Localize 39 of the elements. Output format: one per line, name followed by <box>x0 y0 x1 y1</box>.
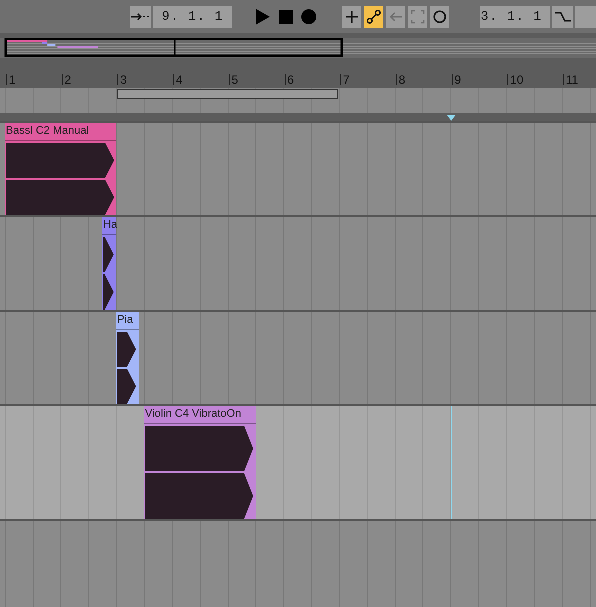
bar-number: 5 <box>228 74 238 85</box>
bar-number: 10 <box>507 74 524 85</box>
bar-number: 4 <box>173 74 183 85</box>
bar-number: 7 <box>340 74 350 85</box>
track-lane[interactable]: Pia <box>0 312 596 404</box>
loop-length-field[interactable]: 3. 1. 1 <box>480 6 550 28</box>
bar-number: 11 <box>563 74 578 85</box>
punch-in-button[interactable] <box>130 6 151 28</box>
clip-name: Pia <box>116 312 139 330</box>
arrow-dots-icon <box>131 12 150 22</box>
record-icon <box>300 8 317 24</box>
playhead-marker-icon <box>446 115 456 121</box>
add-button[interactable] <box>342 6 362 28</box>
play-icon <box>255 8 272 26</box>
track-lane[interactable]: Violin C4 VibratoOn <box>0 406 596 519</box>
curve-icon <box>554 10 572 22</box>
arrangement-overview[interactable] <box>0 38 596 58</box>
audio-clip[interactable]: Bassl C2 Manual <box>5 123 116 215</box>
track-lane[interactable]: Bassl C2 Manual <box>0 123 596 215</box>
bar-number: 8 <box>396 74 406 85</box>
bar-number: 9 <box>452 74 462 85</box>
bar-number: 3 <box>117 74 128 85</box>
clip-name: Violin C4 VibratoOn <box>144 406 256 424</box>
add-icon <box>344 8 360 24</box>
link-icon <box>366 8 382 24</box>
loop-brace[interactable] <box>117 89 338 99</box>
bar-number: 6 <box>284 74 294 85</box>
circle-icon <box>432 8 448 24</box>
bar-number: 1 <box>6 74 16 85</box>
audio-clip[interactable]: Pia <box>116 312 139 404</box>
link-button[interactable] <box>364 6 384 28</box>
frame-icon <box>410 8 426 24</box>
bar-number: 2 <box>62 74 72 85</box>
clip-name: Bassl C2 Manual <box>5 123 116 141</box>
stop-icon <box>279 10 294 24</box>
position-field[interactable]: 9. 1. 1 <box>152 6 232 28</box>
audio-clip[interactable]: Violin C4 VibratoOn <box>144 406 256 519</box>
circle-button[interactable] <box>430 6 450 28</box>
curve-button[interactable] <box>552 6 574 28</box>
